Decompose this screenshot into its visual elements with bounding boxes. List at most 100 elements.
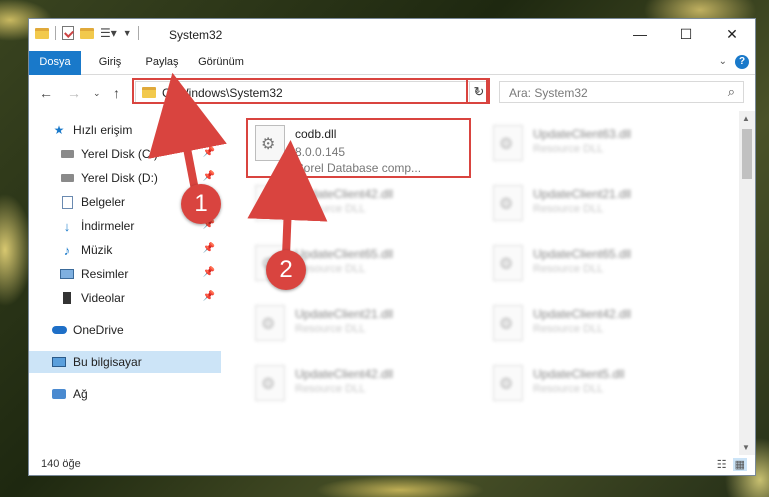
file-item[interactable]: UpdateClient63.dll Resource DLL [483, 119, 711, 175]
new-folder-icon[interactable] [80, 27, 94, 39]
star-icon: ★ [53, 123, 65, 137]
sidebar-item-label: Belgeler [81, 195, 126, 209]
properties-icon[interactable] [62, 26, 74, 40]
step-1-badge: 1 [181, 184, 221, 224]
maximize-button[interactable]: ☐ [663, 19, 709, 49]
vertical-scrollbar[interactable]: ▲ ▼ [739, 111, 755, 455]
search-placeholder: Ara: System32 [509, 86, 588, 100]
navigation-pane: ★ Hızlı erişim Yerel Disk (C:) 📌 Yerel D… [29, 111, 223, 455]
sidebar-item-this-pc[interactable]: Bu bilgisayar [29, 351, 221, 373]
downloads-icon: ↓ [63, 218, 71, 234]
dll-file-icon [493, 365, 523, 401]
scroll-thumb[interactable] [742, 129, 752, 179]
navigation-bar: ← → ⌄ ↑ C:\Windows\System32 ⌄ ↻ Ara: Sys… [29, 75, 755, 109]
sidebar-item-label: Yerel Disk (C:) [81, 147, 158, 161]
file-description: Resource DLL [533, 143, 604, 155]
file-name: UpdateClient21.dll [533, 187, 632, 201]
refresh-highlight-box [466, 78, 490, 104]
recent-locations-icon[interactable]: ⌄ [93, 88, 101, 99]
folder-icon [35, 27, 49, 39]
file-item[interactable]: UpdateClient21.dll Resource DLL [245, 299, 473, 355]
file-description: Resource DLL [533, 263, 604, 275]
quick-access-toolbar: ☰▾ ▼ [35, 26, 139, 40]
separator [137, 26, 139, 40]
sidebar-item-music[interactable]: ♪ Müzik 📌 [59, 239, 221, 261]
music-icon: ♪ [63, 242, 71, 258]
details-view-icon[interactable]: ☷ [717, 458, 727, 471]
step-2-badge: 2 [266, 250, 306, 290]
file-highlight-box [246, 118, 471, 178]
large-icons-view-icon[interactable]: ▦ [732, 458, 747, 471]
disk-icon [60, 174, 74, 182]
file-item[interactable]: UpdateClient42.dll Resource DLL [245, 179, 473, 235]
sidebar-item-videos[interactable]: Videolar 📌 [59, 287, 221, 309]
tab-home[interactable]: Giriş [91, 51, 129, 74]
scroll-up-icon[interactable]: ▲ [742, 114, 750, 123]
item-count: 140 öğe [41, 458, 81, 470]
file-description: Resource DLL [533, 323, 604, 335]
file-item[interactable]: UpdateClient42.dll Resource DLL [245, 359, 473, 415]
customize-toolbar-icon[interactable]: ▼ [123, 28, 132, 38]
address-highlight-box [132, 78, 488, 104]
dll-file-icon [493, 305, 523, 341]
file-name: UpdateClient21.dll [295, 307, 394, 321]
file-name: UpdateClient42.dll [295, 367, 394, 381]
expand-ribbon-icon[interactable]: ⌄ [719, 56, 727, 67]
file-description: Resource DLL [533, 383, 604, 395]
sidebar-item-label: Resimler [81, 267, 129, 281]
dll-file-icon [493, 245, 523, 281]
sidebar-item-quick-access[interactable]: ★ Hızlı erişim [51, 119, 243, 141]
help-icon[interactable]: ? [735, 55, 749, 69]
view-options-icon[interactable]: ☰▾ [100, 26, 117, 40]
file-item[interactable]: UpdateClient5.dll Resource DLL [483, 359, 711, 415]
sidebar-item-label: Bu bilgisayar [73, 355, 142, 369]
up-arrow-icon[interactable]: ↑ [113, 85, 120, 101]
pin-icon[interactable]: 📌 [203, 171, 215, 182]
file-item[interactable]: UpdateClient42.dll Resource DLL [483, 299, 711, 355]
file-name: UpdateClient63.dll [533, 127, 632, 141]
close-button[interactable]: ✕ [709, 19, 755, 49]
sidebar-item-network[interactable]: Ağ [51, 383, 221, 405]
minimize-button[interactable]: — [617, 19, 663, 49]
file-description: Resource DLL [295, 383, 366, 395]
file-name: UpdateClient42.dll [295, 187, 394, 201]
status-bar: 140 öğe ☷ ▦ [29, 455, 755, 475]
file-name: UpdateClient42.dll [533, 307, 632, 321]
tab-share[interactable]: Paylaş [139, 51, 185, 74]
file-description: Resource DLL [295, 323, 366, 335]
sidebar-item-onedrive[interactable]: OneDrive [51, 319, 221, 341]
file-item[interactable]: UpdateClient65.dll Resource DLL [483, 239, 711, 295]
file-list: codb.dll 8.0.0.145 Corel Database comp..… [225, 111, 740, 455]
ribbon-tabs: Dosya Giriş Paylaş Görünüm ⌄ ? [29, 51, 755, 107]
dll-file-icon [493, 125, 523, 161]
file-name: UpdateClient65.dll [533, 247, 632, 261]
network-icon [52, 389, 66, 399]
file-description: Resource DLL [533, 203, 604, 215]
sidebar-item-label: OneDrive [73, 323, 124, 337]
file-item[interactable]: UpdateClient21.dll Resource DLL [483, 179, 711, 235]
sidebar-item-label: Müzik [81, 243, 113, 257]
search-icon: ⌕ [727, 84, 735, 99]
forward-arrow-icon[interactable]: → [67, 85, 81, 101]
videos-icon [61, 292, 73, 304]
explorer-window: ☰▾ ▼ System32 — ☐ ✕ Dosya Giriş Paylaş G… [28, 18, 756, 476]
sidebar-item-pictures[interactable]: Resimler 📌 [59, 263, 221, 285]
disk-icon [60, 150, 74, 158]
dll-file-icon [255, 185, 285, 221]
sidebar-item-disk-c[interactable]: Yerel Disk (C:) 📌 [59, 143, 221, 165]
sidebar-item-label: Hızlı erişim [73, 123, 133, 137]
dll-file-icon [255, 305, 285, 341]
pin-icon[interactable]: 📌 [203, 267, 215, 278]
pin-icon[interactable]: 📌 [203, 291, 215, 302]
pin-icon[interactable]: 📌 [203, 147, 215, 158]
tab-view[interactable]: Görünüm [191, 51, 251, 74]
back-arrow-icon[interactable]: ← [39, 85, 53, 101]
file-name: UpdateClient65.dll [295, 247, 394, 261]
window-title: System32 [169, 28, 223, 42]
file-description: Resource DLL [295, 203, 366, 215]
scroll-down-icon[interactable]: ▼ [742, 443, 750, 452]
search-input[interactable]: Ara: System32 ⌕ [499, 81, 744, 103]
title-bar: ☰▾ ▼ System32 — ☐ ✕ [29, 19, 755, 51]
pin-icon[interactable]: 📌 [203, 243, 215, 254]
sidebar-item-label: Videolar [81, 291, 125, 305]
